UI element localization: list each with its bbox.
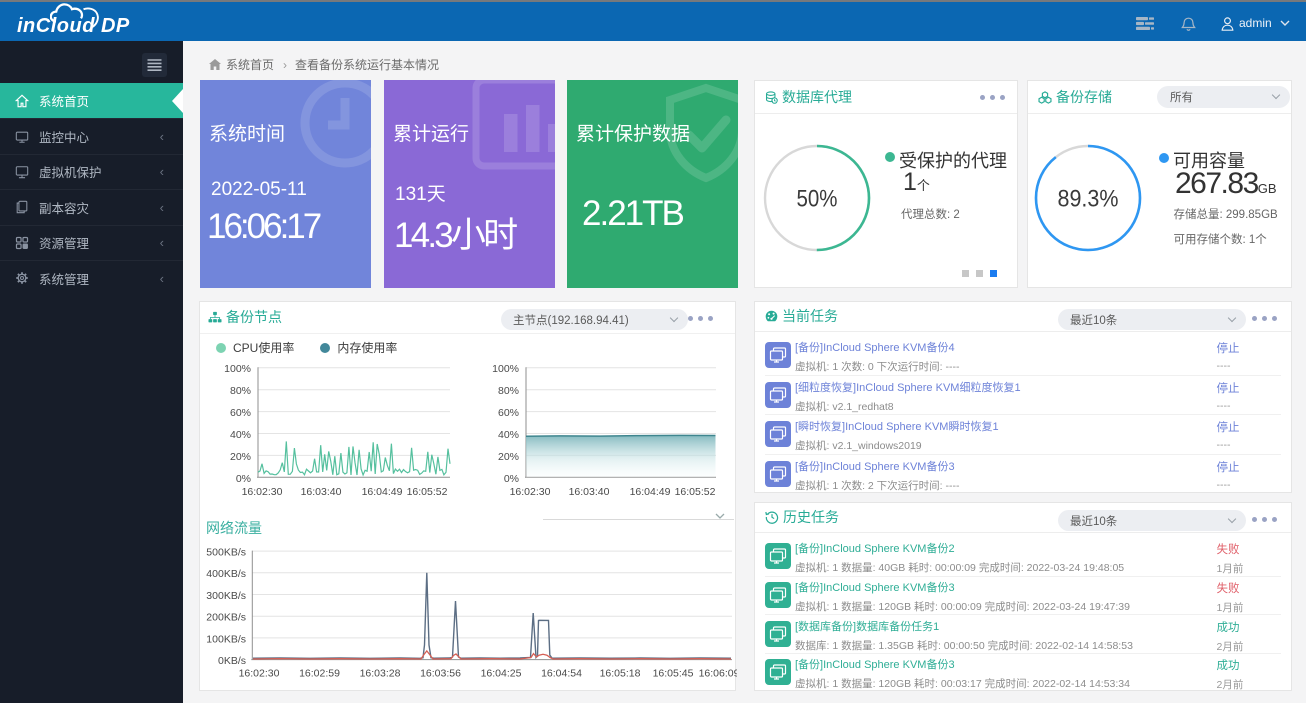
svg-text:16:03:40: 16:03:40 [569,486,610,498]
svg-text:100%: 100% [492,363,519,375]
svg-text:60%: 60% [498,407,519,419]
svg-text:300KB/s: 300KB/s [206,590,246,602]
svg-text:16:06:09: 16:06:09 [699,668,737,680]
svg-text:100KB/s: 100KB/s [206,633,246,645]
svg-text:400KB/s: 400KB/s [206,568,246,580]
svg-text:100%: 100% [224,363,251,375]
svg-text:16:04:54: 16:04:54 [541,668,582,680]
svg-text:16:03:56: 16:03:56 [420,668,461,680]
svg-text:60%: 60% [230,407,251,419]
svg-text:16:03:40: 16:03:40 [301,486,342,498]
svg-text:16:05:52: 16:05:52 [675,486,716,498]
svg-text:16:04:49: 16:04:49 [362,486,403,498]
svg-text:0%: 0% [236,473,251,485]
svg-text:80%: 80% [230,385,251,397]
svg-text:20%: 20% [498,451,519,463]
svg-text:16:04:49: 16:04:49 [630,486,671,498]
svg-text:89.3%: 89.3% [1058,185,1119,212]
svg-text:200KB/s: 200KB/s [206,612,246,624]
svg-text:16:02:30: 16:02:30 [242,486,283,498]
svg-text:20%: 20% [230,451,251,463]
svg-text:16:02:30: 16:02:30 [239,668,280,680]
svg-text:16:03:28: 16:03:28 [360,668,401,680]
svg-text:80%: 80% [498,385,519,397]
svg-text:16:02:59: 16:02:59 [299,668,340,680]
svg-text:16:05:52: 16:05:52 [407,486,448,498]
svg-text:50%: 50% [796,185,837,212]
svg-text:16:02:30: 16:02:30 [510,486,551,498]
svg-text:16:05:45: 16:05:45 [653,668,694,680]
svg-text:0%: 0% [504,473,519,485]
svg-text:16:05:18: 16:05:18 [600,668,641,680]
svg-text:16:04:25: 16:04:25 [481,668,522,680]
svg-text:40%: 40% [498,429,519,441]
svg-text:500KB/s: 500KB/s [206,547,246,559]
svg-text:0KB/s: 0KB/s [218,655,246,667]
svg-text:40%: 40% [230,429,251,441]
